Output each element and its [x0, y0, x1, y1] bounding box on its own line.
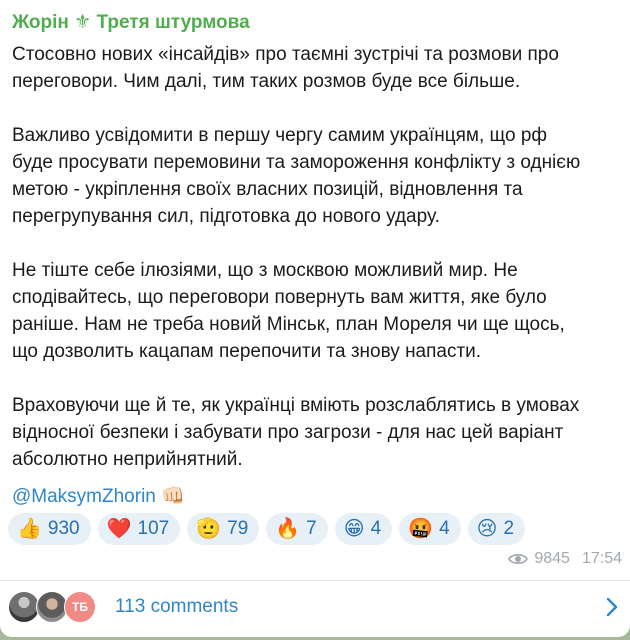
author-name[interactable]: Жорін ⚜ Третя штурмова [12, 11, 250, 34]
fire-icon: 🔥 [275, 518, 301, 540]
reaction-count: 107 [137, 518, 170, 539]
comments-button[interactable]: ТБ 113 comments [0, 581, 630, 633]
timestamp: 17:54 [581, 550, 622, 567]
mention-link[interactable]: @MaksymZhorin [12, 486, 156, 507]
message-meta: 9845 17:54 [508, 550, 622, 568]
reaction-count: 7 [306, 518, 317, 539]
commenter-avatars: ТБ [8, 591, 104, 623]
reaction-fire[interactable]: 🔥 7 [266, 513, 328, 545]
reaction-count: 4 [439, 518, 450, 539]
paragraph-4: Враховуючи ще й те, як українці вміють р… [12, 395, 580, 470]
cursing-face-icon: 🤬 [408, 518, 434, 540]
crying-face-icon: 😢 [476, 518, 498, 540]
reaction-crying[interactable]: 😢 2 [467, 513, 526, 545]
avatar: ТБ [64, 591, 96, 623]
comments-count[interactable]: 113 comments [115, 596, 238, 618]
grin-icon: 😁 [343, 518, 365, 540]
reaction-count: 930 [47, 518, 80, 539]
signature: @MaksymZhorin 👊🏻 [12, 483, 185, 510]
salute-icon: 🫡 [196, 518, 222, 540]
heart-icon: ❤️ [106, 518, 132, 540]
fist-emoji: 👊🏻 [161, 486, 185, 507]
reaction-heart[interactable]: ❤️ 107 [97, 513, 181, 545]
reaction-grin[interactable]: 😁 4 [334, 513, 393, 545]
message-text: Стосовно нових «інсайдів» про таємні зус… [12, 41, 624, 500]
paragraph-2: Важливо усвідомити в першу чергу самим у… [12, 125, 581, 227]
paragraph-3: Не тіште себе ілюзіями, що з москвою мож… [12, 260, 565, 362]
paragraph-1: Стосовно нових «інсайдів» про таємні зус… [12, 44, 559, 92]
eye-icon [508, 553, 529, 565]
reaction-count: 2 [503, 518, 515, 539]
reactions-row: 👍 930 ❤️ 107 🫡 79 🔥 7 😁 4 🤬 4 😢 2 [8, 513, 526, 545]
reaction-count: 79 [227, 518, 249, 539]
reaction-cursing[interactable]: 🤬 4 [399, 513, 461, 545]
reaction-thumbs-up[interactable]: 👍 930 [8, 513, 91, 545]
reaction-count: 4 [370, 518, 382, 539]
thumbs-up-icon: 👍 [17, 518, 42, 540]
chevron-right-icon[interactable] [606, 597, 618, 617]
view-count: 9845 [534, 550, 570, 567]
reaction-salute[interactable]: 🫡 79 [187, 513, 260, 545]
message-bubble: Жорін ⚜ Третя штурмова Стосовно нових «і… [0, 0, 630, 637]
